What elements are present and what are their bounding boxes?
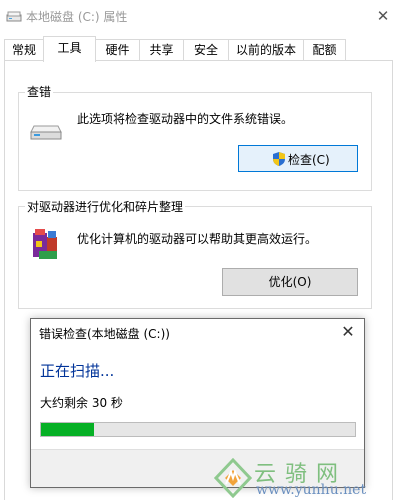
tab-previous-versions[interactable]: 以前的版本 <box>228 39 304 61</box>
watermark-logo <box>213 457 253 499</box>
check-button-label: 检查(C) <box>288 153 330 167</box>
tab-bar: 常规 工具 硬件 共享 安全 以前的版本 配额 <box>0 33 397 62</box>
tab-sharing[interactable]: 共享 <box>139 39 184 61</box>
optimize-description: 优化计算机的驱动器可以帮助其更高效运行。 <box>77 232 318 246</box>
error-check-group-label: 查错 <box>25 83 54 100</box>
watermark: 云骑网 www.yunhu.net <box>213 456 397 500</box>
time-remaining: 大约剩余 30 秒 <box>40 396 123 410</box>
scan-progress-bar <box>40 422 356 437</box>
optimize-group-label: 对驱动器进行优化和碎片整理 <box>25 198 186 215</box>
shield-icon <box>272 151 286 167</box>
drive-title-icon <box>6 9 22 23</box>
scanning-heading: 正在扫描... <box>40 362 115 380</box>
defrag-icon <box>30 227 62 261</box>
dialog-close-button[interactable]: ✕ <box>336 321 360 343</box>
error-check-group <box>18 92 372 191</box>
dialog-title: 错误检查(本地磁盘 (C:)) <box>39 327 170 341</box>
drive-icon <box>30 118 62 140</box>
error-check-description: 此选项将检查驱动器中的文件系统错误。 <box>77 112 294 126</box>
tab-general[interactable]: 常规 <box>4 39 44 61</box>
window-titlebar: 本地磁盘 (C:) 属性 ✕ <box>0 0 397 33</box>
watermark-url: www.yunhu.net <box>256 482 367 498</box>
optimize-button[interactable]: 优化(O) <box>222 268 358 296</box>
tab-hardware[interactable]: 硬件 <box>95 39 140 61</box>
dialog-titlebar: 错误检查(本地磁盘 (C:)) ✕ <box>31 319 364 346</box>
tab-tools[interactable]: 工具 <box>43 36 96 62</box>
window-title: 本地磁盘 (C:) 属性 <box>26 10 128 24</box>
window-close-button[interactable]: ✕ <box>372 5 394 27</box>
tab-security[interactable]: 安全 <box>183 39 229 61</box>
scan-progress-fill <box>41 423 94 436</box>
tab-quota[interactable]: 配额 <box>303 39 346 61</box>
check-button[interactable]: 检查(C) <box>238 145 358 172</box>
